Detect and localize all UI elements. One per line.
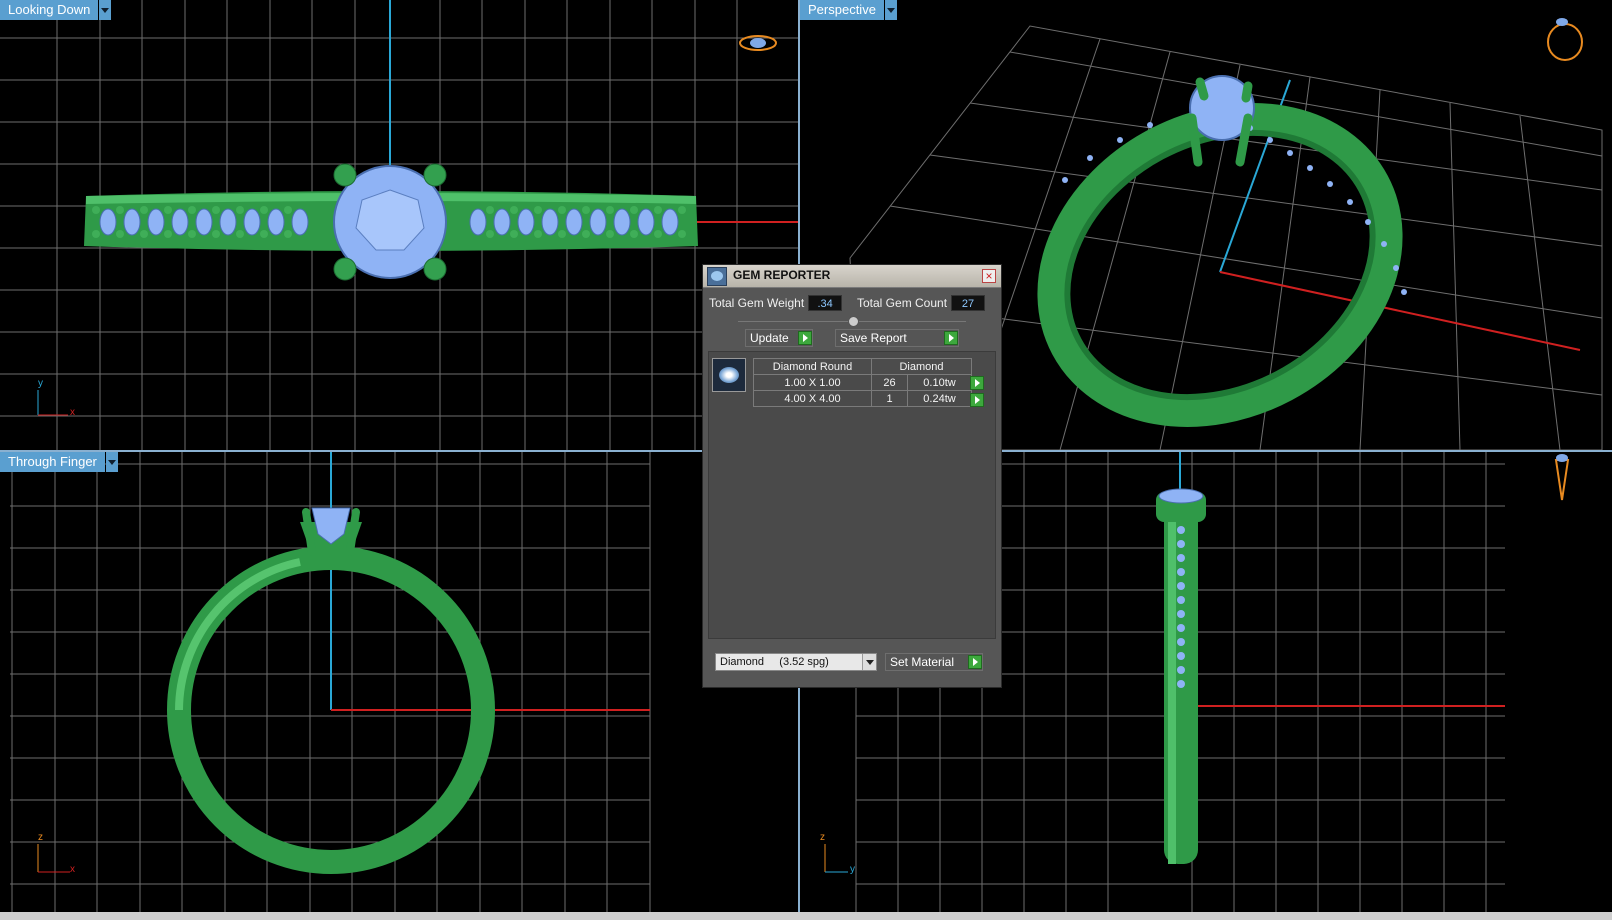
axis-label-z: z bbox=[820, 832, 825, 843]
gem-count: 26 bbox=[871, 374, 908, 391]
row-select-button[interactable] bbox=[970, 393, 984, 407]
viewport-label-looking-down[interactable]: Looking Down bbox=[0, 0, 112, 20]
material-select[interactable]: Diamond (3.52 spg) bbox=[715, 653, 877, 671]
chevron-down-icon[interactable] bbox=[105, 452, 118, 472]
axis-label-y: y bbox=[38, 378, 43, 389]
gem-table: Diamond Round Diamond 1.00 X 1.00 26 0.1… bbox=[753, 358, 972, 407]
gem-size: 4.00 X 4.00 bbox=[753, 390, 872, 407]
gem-weight: 0.10tw bbox=[907, 374, 972, 391]
gem-table-area: Diamond Round Diamond 1.00 X 1.00 26 0.1… bbox=[708, 351, 996, 639]
axis-label-z: z bbox=[38, 832, 43, 843]
update-button[interactable]: Update bbox=[745, 329, 813, 347]
axis-label-y: y bbox=[850, 864, 855, 875]
play-arrow-icon bbox=[798, 331, 812, 345]
total-gem-weight-value: .34 bbox=[808, 295, 843, 311]
viewport-through-finger[interactable]: z x Through Finger bbox=[0, 452, 798, 912]
gem-weight: 0.24tw bbox=[907, 390, 972, 407]
viewport-title: Through Finger bbox=[0, 452, 105, 472]
close-icon[interactable]: × bbox=[982, 269, 996, 283]
through-finger-scene bbox=[10, 452, 651, 912]
viewport-label-perspective[interactable]: Perspective bbox=[800, 0, 897, 20]
column-header-material: Diamond bbox=[871, 358, 972, 375]
row-select-button[interactable] bbox=[970, 376, 984, 390]
material-select-value: Diamond (3.52 spg) bbox=[720, 656, 829, 668]
play-arrow-icon bbox=[968, 655, 982, 669]
table-row[interactable]: 1.00 X 1.00 26 0.10tw bbox=[753, 374, 972, 391]
table-row[interactable]: 4.00 X 4.00 1 0.24tw bbox=[753, 390, 972, 407]
set-material-button-label: Set Material bbox=[890, 655, 955, 669]
axis-label-x: x bbox=[70, 407, 75, 418]
looking-down-scene bbox=[0, 0, 798, 450]
chevron-down-icon[interactable] bbox=[884, 0, 897, 20]
set-material-button[interactable]: Set Material bbox=[885, 653, 983, 671]
gem-size: 1.00 X 1.00 bbox=[753, 374, 872, 391]
table-header-row: Diamond Round Diamond bbox=[753, 358, 972, 375]
play-arrow-icon bbox=[944, 331, 958, 345]
update-button-label: Update bbox=[750, 331, 789, 345]
chevron-down-icon[interactable] bbox=[862, 654, 876, 670]
total-gem-weight-row: Total Gem Weight .34 bbox=[709, 293, 843, 313]
column-header-shape: Diamond Round bbox=[753, 358, 872, 375]
total-gem-count-label: Total Gem Count bbox=[857, 296, 948, 310]
axis-label-x: x bbox=[70, 864, 75, 875]
viewport-looking-down[interactable]: y x Looking Down bbox=[0, 0, 798, 450]
splitter-handle[interactable] bbox=[848, 316, 859, 327]
chevron-down-icon[interactable] bbox=[99, 0, 112, 20]
save-report-button-label: Save Report bbox=[840, 331, 907, 345]
total-gem-count-value: 27 bbox=[951, 295, 986, 311]
dialog-title-bar[interactable]: GEM REPORTER × bbox=[703, 265, 1001, 288]
dialog-title: GEM REPORTER bbox=[733, 268, 831, 282]
viewport-label-through-finger[interactable]: Through Finger bbox=[0, 452, 118, 472]
gem-reporter-dialog[interactable]: GEM REPORTER × Total Gem Weight .34 Tota… bbox=[702, 264, 1002, 688]
gem-thumbnail[interactable] bbox=[712, 358, 746, 392]
total-gem-weight-label: Total Gem Weight bbox=[709, 296, 805, 310]
viewport-title: Perspective bbox=[800, 0, 884, 20]
gem-reporter-icon bbox=[707, 267, 727, 286]
status-strip bbox=[0, 912, 1612, 920]
gem-count: 1 bbox=[871, 390, 908, 407]
save-report-button[interactable]: Save Report bbox=[835, 329, 959, 347]
viewport-title: Looking Down bbox=[0, 0, 99, 20]
total-gem-count-row: Total Gem Count 27 bbox=[857, 293, 986, 313]
